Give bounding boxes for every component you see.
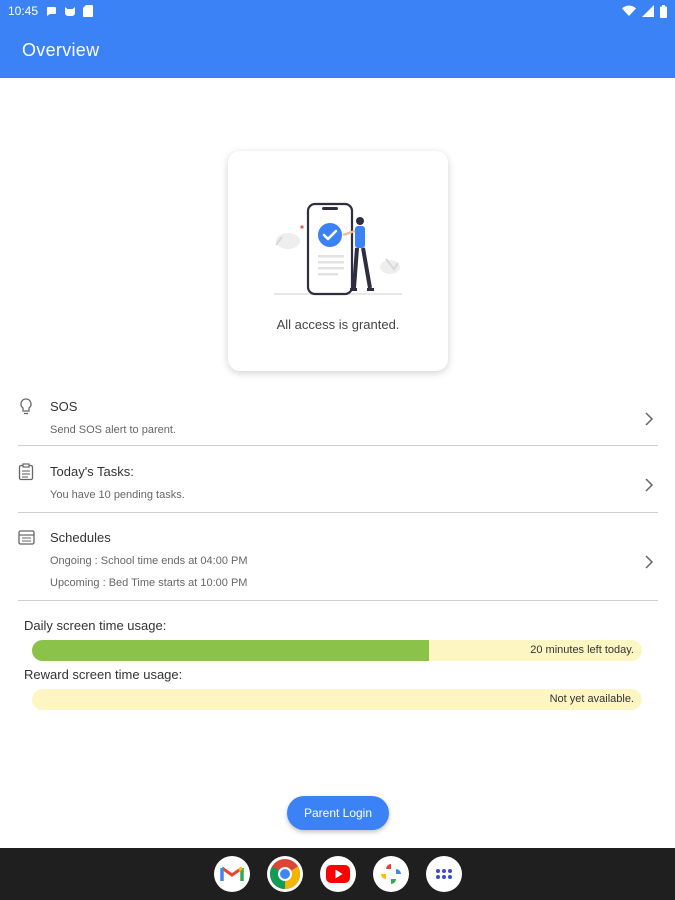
calendar-icon bbox=[18, 530, 35, 545]
schedule-ongoing: Ongoing : School time ends at 04:00 PM bbox=[50, 555, 248, 567]
reward-usage-status: Not yet available. bbox=[549, 693, 634, 705]
daily-usage-status: 20 minutes left today. bbox=[530, 644, 634, 656]
daily-usage-fill bbox=[32, 640, 429, 661]
schedules-row[interactable]: Schedules Ongoing : School time ends at … bbox=[18, 524, 658, 601]
gmail-icon[interactable] bbox=[213, 856, 250, 892]
message-notification-icon bbox=[47, 7, 57, 16]
daily-usage-label: Daily screen time usage: bbox=[24, 618, 167, 633]
access-status-text: All access is granted. bbox=[276, 317, 400, 332]
access-granted-illustration bbox=[274, 202, 402, 296]
app-drawer-icon[interactable] bbox=[425, 856, 462, 892]
tasks-title: Today's Tasks: bbox=[50, 464, 134, 479]
access-status-card: All access is granted. bbox=[228, 151, 448, 371]
chevron-right-icon bbox=[645, 555, 654, 569]
app-dock bbox=[0, 848, 675, 900]
schedule-upcoming: Upcoming : Bed Time starts at 10:00 PM bbox=[50, 577, 248, 589]
tasks-subtitle: You have 10 pending tasks. bbox=[50, 489, 185, 501]
sos-title: SOS bbox=[50, 399, 78, 414]
app-bar: Overview bbox=[0, 22, 675, 78]
photos-icon[interactable] bbox=[372, 856, 409, 892]
sos-row[interactable]: SOS Send SOS alert to parent. bbox=[18, 393, 658, 446]
chrome-icon[interactable] bbox=[266, 856, 303, 892]
chevron-right-icon bbox=[645, 412, 654, 426]
lightbulb-icon bbox=[20, 398, 32, 415]
daily-usage-bar: 20 minutes left today. bbox=[32, 640, 642, 661]
clipboard-icon bbox=[18, 463, 34, 481]
status-time: 10:45 bbox=[8, 4, 39, 18]
sd-card-notification-icon bbox=[83, 5, 94, 17]
schedules-title: Schedules bbox=[50, 530, 111, 545]
battery-icon bbox=[660, 4, 667, 18]
status-bar: 10:45 bbox=[0, 0, 675, 22]
cat-notification-icon bbox=[65, 7, 76, 16]
reward-usage-bar: Not yet available. bbox=[32, 689, 642, 710]
youtube-icon[interactable] bbox=[319, 856, 356, 892]
wifi-icon bbox=[622, 5, 636, 17]
signal-icon bbox=[642, 5, 654, 17]
sos-subtitle: Send SOS alert to parent. bbox=[50, 424, 176, 436]
reward-usage-label: Reward screen time usage: bbox=[24, 667, 183, 682]
tasks-row[interactable]: Today's Tasks: You have 10 pending tasks… bbox=[18, 458, 658, 513]
chevron-right-icon bbox=[645, 478, 654, 492]
parent-login-button[interactable]: Parent Login bbox=[287, 796, 389, 830]
page-title: Overview bbox=[22, 39, 100, 60]
